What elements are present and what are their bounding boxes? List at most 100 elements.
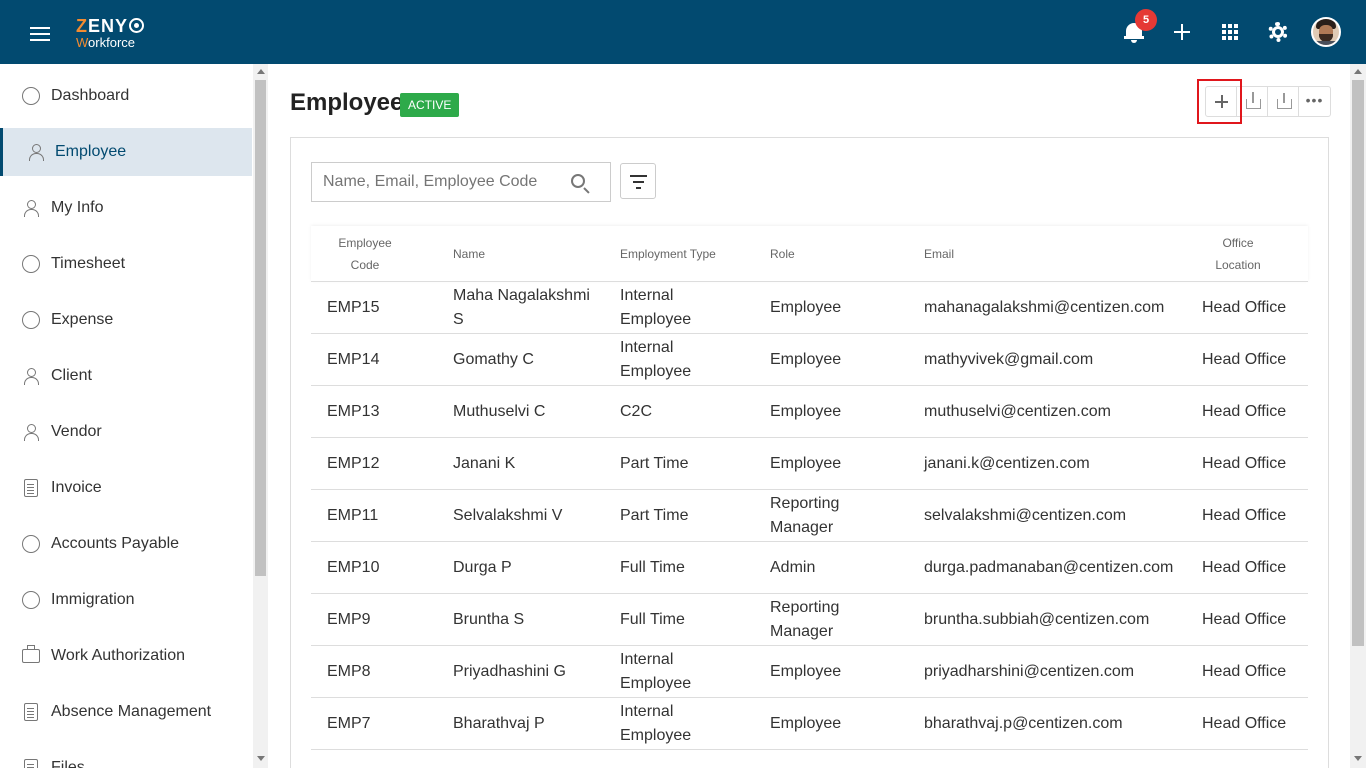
sidebar-scroll-up-icon[interactable] xyxy=(257,69,265,74)
sidebar-item-label: Absence Management xyxy=(51,703,212,720)
table-row[interactable]: EMP12 Janani K Part Time Employee janani… xyxy=(311,438,1308,490)
cell-type: Full Time xyxy=(620,610,685,628)
filter-button[interactable] xyxy=(620,163,656,199)
top-app-bar: ZENY Workforce 5 xyxy=(0,0,1366,64)
page-scroll-down-icon[interactable] xyxy=(1354,756,1362,761)
status-badge: ACTIVE xyxy=(400,93,460,117)
table-row[interactable]: EMP14 Gomathy C Internal Employee Employ… xyxy=(311,334,1308,386)
sidebar-item-expense[interactable]: Expense xyxy=(0,296,252,344)
employee-icon xyxy=(27,143,45,161)
cell-role: Employee xyxy=(770,454,842,472)
notification-count-badge: 5 xyxy=(1135,9,1157,31)
cell-type: Internal Employee xyxy=(620,702,692,744)
cell-name[interactable]: Selvalakshmi V xyxy=(453,504,598,528)
col-office-location[interactable]: Office Location xyxy=(1199,232,1277,276)
sidebar-scrollbar-thumb[interactable] xyxy=(255,80,266,576)
app-logo[interactable]: ZENY Workforce xyxy=(76,17,145,50)
sidebar-item-vendor[interactable]: Vendor xyxy=(0,408,252,456)
cell-name[interactable]: Janani K xyxy=(453,452,598,476)
sidebar-item-label: My Info xyxy=(51,199,104,216)
import-icon[interactable] xyxy=(1268,87,1299,116)
sidebar-item-label: Invoice xyxy=(51,479,102,496)
cell-name[interactable]: Bharathvaj P xyxy=(453,712,598,736)
cell-code: EMP15 xyxy=(327,298,380,316)
sidebar-item-label: Client xyxy=(51,367,92,384)
cell-role: Employee xyxy=(770,402,842,420)
col-header-text: Location xyxy=(1215,258,1261,272)
col-employee-code[interactable]: Employee Code xyxy=(331,232,399,276)
cell-email: mahanagalakshmi@centizen.com xyxy=(924,298,1165,316)
search-input[interactable] xyxy=(312,163,562,201)
sidebar-item-work-authorization[interactable]: Work Authorization xyxy=(0,632,252,680)
search-icon[interactable] xyxy=(571,174,585,188)
col-role[interactable]: Role xyxy=(770,243,795,265)
col-name[interactable]: Name xyxy=(453,243,485,265)
sidebar-item-label: Files xyxy=(51,759,85,768)
menu-icon[interactable] xyxy=(30,27,50,41)
apps-grid-icon[interactable] xyxy=(1216,18,1244,46)
cell-name[interactable]: Durga P xyxy=(453,556,598,580)
cell-name[interactable]: Bruntha S xyxy=(453,608,598,632)
globe-icon xyxy=(22,591,40,609)
sidebar-item-files[interactable]: Files xyxy=(0,744,252,768)
sidebar-item-absence-management[interactable]: Absence Management xyxy=(0,688,252,736)
sidebar-scroll-down-icon[interactable] xyxy=(257,756,265,761)
table-row[interactable]: EMP9 Bruntha S Full Time Reporting Manag… xyxy=(311,594,1308,646)
table-row[interactable]: EMP11 Selvalakshmi V Part Time Reporting… xyxy=(311,490,1308,542)
sidebar-item-dashboard[interactable]: Dashboard xyxy=(0,72,252,120)
col-header-text: Employee xyxy=(338,236,392,250)
cell-email: selvalakshmi@centizen.com xyxy=(924,506,1127,524)
cell-office: Head Office xyxy=(1202,350,1287,368)
cell-name[interactable]: Muthuselvi C xyxy=(453,400,598,424)
sidebar-nav: Dashboard Employee My Info Timesheet Exp… xyxy=(0,64,252,768)
cell-name[interactable]: Gomathy C xyxy=(453,348,598,372)
sidebar-item-label: Vendor xyxy=(51,423,102,440)
cell-code: EMP14 xyxy=(327,350,380,368)
sidebar-item-label: Work Authorization xyxy=(51,647,185,664)
more-options-icon[interactable]: ••• xyxy=(1299,87,1330,116)
cell-office: Head Office xyxy=(1202,610,1287,628)
table-row[interactable]: EMP7 Bharathvaj P Internal Employee Empl… xyxy=(311,698,1308,750)
door-exit-icon xyxy=(24,703,38,721)
clock-icon xyxy=(22,255,40,273)
table-row[interactable]: EMP8 Priyadhashini G Internal Employee E… xyxy=(311,646,1308,698)
sidebar-item-accounts-payable[interactable]: Accounts Payable xyxy=(0,520,252,568)
col-header-text: Code xyxy=(350,258,380,272)
sidebar-item-client[interactable]: Client xyxy=(0,352,252,400)
sidebar-item-timesheet[interactable]: Timesheet xyxy=(0,240,252,288)
filter-icon xyxy=(630,175,647,177)
col-email[interactable]: Email xyxy=(924,243,954,265)
cell-code: EMP12 xyxy=(327,454,380,472)
sidebar-item-label: Employee xyxy=(55,143,127,160)
sidebar-item-label: Expense xyxy=(51,311,114,328)
cell-email: priyadharshini@centizen.com xyxy=(924,662,1135,680)
cell-role: Reporting Manager xyxy=(770,598,840,640)
sidebar-item-label: Immigration xyxy=(51,591,135,608)
employee-table: Employee Code Name Employment Type Role … xyxy=(311,226,1308,750)
user-avatar[interactable] xyxy=(1311,17,1341,47)
cell-email: mathyvivek@gmail.com xyxy=(924,350,1094,368)
cell-email: bruntha.subbiah@centizen.com xyxy=(924,610,1150,628)
cell-name[interactable]: Maha Nagalakshmi S xyxy=(453,284,598,332)
col-employment-type[interactable]: Employment Type xyxy=(620,243,716,265)
sidebar-item-employee[interactable]: Employee xyxy=(0,128,252,176)
sidebar-item-my-info[interactable]: My Info xyxy=(0,184,252,232)
cell-type: Part Time xyxy=(620,454,689,472)
logo-sub: Workforce xyxy=(76,35,136,50)
quick-add-icon[interactable] xyxy=(1168,18,1196,46)
invoice-document-icon xyxy=(24,479,38,497)
client-person-icon xyxy=(22,367,40,385)
table-row[interactable]: EMP15 Maha Nagalakshmi S Internal Employ… xyxy=(311,282,1308,334)
cell-email: bharathvaj.p@centizen.com xyxy=(924,714,1123,732)
table-row[interactable]: EMP13 Muthuselvi C C2C Employee muthusel… xyxy=(311,386,1308,438)
sidebar-item-immigration[interactable]: Immigration xyxy=(0,576,252,624)
cell-code: EMP7 xyxy=(327,714,371,732)
my-info-icon xyxy=(22,199,40,217)
sidebar-item-invoice[interactable]: Invoice xyxy=(0,464,252,512)
cell-name[interactable]: Priyadhashini G xyxy=(453,660,598,684)
table-row[interactable]: EMP10 Durga P Full Time Admin durga.padm… xyxy=(311,542,1308,594)
cell-office: Head Office xyxy=(1202,662,1287,680)
page-scrollbar-thumb[interactable] xyxy=(1352,80,1364,646)
page-scroll-up-icon[interactable] xyxy=(1354,69,1362,74)
settings-gear-icon[interactable] xyxy=(1264,18,1292,46)
